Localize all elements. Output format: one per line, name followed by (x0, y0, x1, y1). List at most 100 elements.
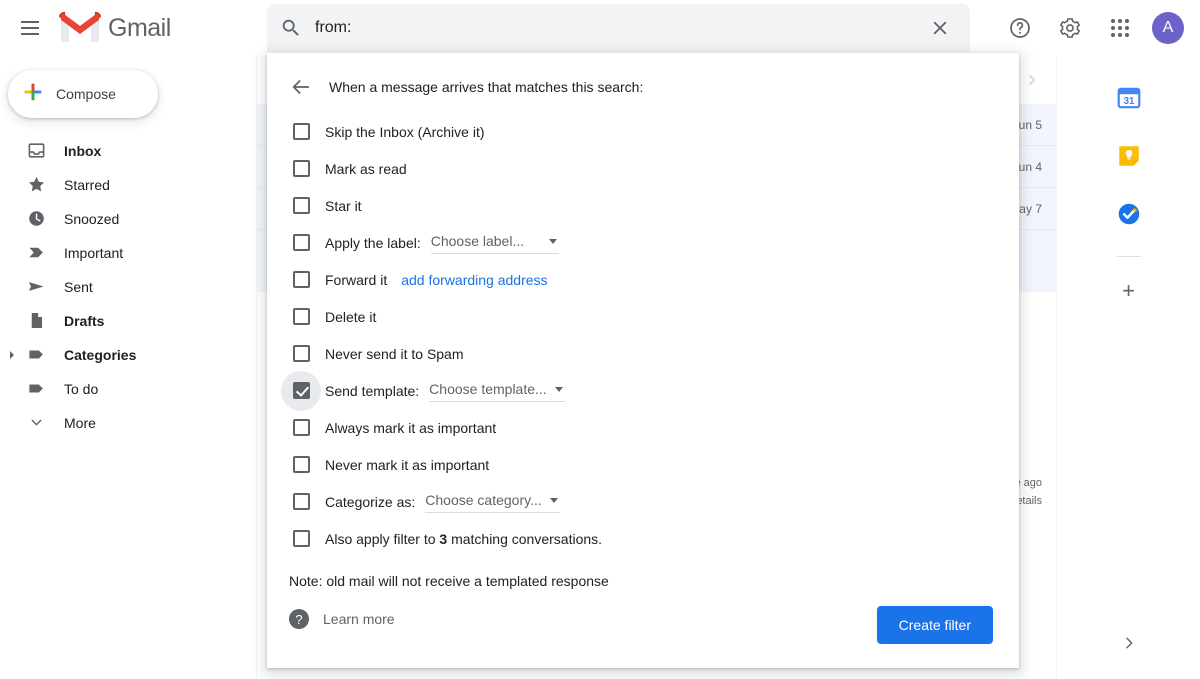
filter-option-never-spam[interactable]: Never send it to Spam (267, 335, 1019, 372)
checkbox-delete-it[interactable] (281, 297, 321, 337)
star-icon (26, 175, 46, 195)
sidebar-item-sent[interactable]: Sent (0, 270, 242, 303)
label-icon (26, 379, 46, 399)
filter-option-forward-it[interactable]: Forward it add forwarding address (267, 261, 1019, 298)
sidebar-item-inbox[interactable]: Inbox (0, 134, 242, 167)
checkbox-categorize-as[interactable] (281, 482, 321, 522)
draft-icon (26, 311, 46, 331)
sidebar-nav: Inbox Starred Snoozed (0, 134, 256, 439)
compose-button[interactable]: Compose (8, 70, 158, 118)
gear-icon[interactable] (1046, 4, 1094, 52)
option-label: Skip the Inbox (Archive it) (325, 124, 485, 140)
sidebar-item-drafts[interactable]: Drafts (0, 304, 242, 337)
chevron-down-icon (550, 498, 558, 503)
filter-option-apply-to-existing[interactable]: Also apply filter to 3 matching conversa… (267, 520, 1019, 557)
plus-icon (22, 81, 44, 108)
category-dropdown-value: Choose category... (425, 492, 541, 508)
add-panel-button[interactable]: + (1113, 275, 1145, 307)
checkbox-apply-to-existing[interactable] (281, 519, 321, 559)
category-dropdown[interactable]: Choose category... (425, 491, 559, 513)
filter-option-star-it[interactable]: Star it (267, 187, 1019, 224)
google-calendar-icon[interactable]: 31 (1113, 82, 1145, 114)
checkbox-forward-it[interactable] (281, 260, 321, 300)
sidebar-item-label: Categories (64, 347, 136, 363)
sidebar-item-snoozed[interactable]: Snoozed (0, 202, 242, 235)
arrow-left-icon[interactable] (289, 75, 313, 99)
template-dropdown[interactable]: Choose template... (429, 380, 565, 402)
checkbox-star-it[interactable] (281, 186, 321, 226)
filter-option-apply-label[interactable]: Apply the label: Choose label... (267, 224, 1019, 261)
filter-option-categorize-as[interactable]: Categorize as: Choose category... (267, 483, 1019, 520)
inbox-icon (26, 141, 46, 161)
header-actions: A (996, 0, 1192, 56)
checkbox-always-important[interactable] (281, 408, 321, 448)
sidebar-item-label: More (64, 415, 96, 431)
close-icon[interactable] (916, 4, 964, 52)
label-dropdown[interactable]: Choose label... (431, 232, 559, 254)
dialog-header: When a message arrives that matches this… (267, 53, 1019, 113)
chevron-right-icon[interactable] (10, 351, 14, 359)
apply-suffix: matching conversations. (447, 531, 602, 547)
filter-option-never-important[interactable]: Never mark it as important (267, 446, 1019, 483)
sidebar-item-important[interactable]: Important (0, 236, 242, 269)
option-label: Mark as read (325, 161, 407, 177)
sidebar-item-label: Important (64, 245, 123, 261)
chevron-down-icon (555, 387, 563, 392)
hamburger-icon[interactable] (6, 4, 54, 52)
option-label: Always mark it as important (325, 420, 496, 436)
option-label: Apply the label: (325, 235, 421, 251)
top-bar: Gmail (0, 0, 1200, 56)
add-forwarding-address-link[interactable]: add forwarding address (401, 272, 547, 288)
sidebar-item-label: Sent (64, 279, 93, 295)
sidebar-item-label: To do (64, 381, 98, 397)
apply-prefix: Also apply filter to (325, 531, 439, 547)
avatar[interactable]: A (1152, 12, 1184, 44)
help-icon[interactable] (996, 4, 1044, 52)
side-panel: 31 + (1056, 56, 1200, 679)
create-filter-button[interactable]: Create filter (877, 606, 993, 644)
sidebar-item-label: Starred (64, 177, 110, 193)
option-label: Delete it (325, 309, 376, 325)
label-icon (26, 345, 46, 365)
checkbox-never-spam[interactable] (281, 334, 321, 374)
clock-icon (26, 209, 46, 229)
search-input[interactable] (315, 5, 916, 51)
filter-option-always-important[interactable]: Always mark it as important (267, 409, 1019, 446)
filter-option-delete-it[interactable]: Delete it (267, 298, 1019, 335)
sidebar-item-more[interactable]: More (0, 406, 242, 439)
compose-label: Compose (56, 86, 116, 102)
important-icon (26, 243, 46, 263)
sidebar-item-label: Snoozed (64, 211, 119, 227)
apps-grid-icon[interactable] (1096, 4, 1144, 52)
checkbox-apply-label[interactable] (281, 223, 321, 263)
checkbox-mark-as-read[interactable] (281, 149, 321, 189)
dialog-title: When a message arrives that matches this… (329, 79, 643, 95)
filter-option-skip-inbox[interactable]: Skip the Inbox (Archive it) (267, 113, 1019, 150)
gmail-logo[interactable]: Gmail (58, 11, 171, 45)
google-keep-icon[interactable] (1113, 140, 1145, 172)
sidebar: Compose Inbox Starred (0, 56, 256, 679)
search-icon[interactable] (267, 4, 315, 52)
learn-more-link[interactable]: Learn more (323, 611, 395, 627)
sidebar-item-label: Inbox (64, 143, 101, 159)
checkbox-never-important[interactable] (281, 445, 321, 485)
option-label: Never mark it as important (325, 457, 489, 473)
sidebar-item-categories[interactable]: Categories (0, 338, 242, 371)
help-icon[interactable]: ? (289, 609, 309, 629)
search-bar[interactable] (267, 4, 970, 52)
sidebar-item-starred[interactable]: Starred (0, 168, 242, 201)
label-dropdown-value: Choose label... (431, 233, 541, 249)
send-icon (26, 277, 46, 297)
template-dropdown-value: Choose template... (429, 381, 547, 397)
checkbox-skip-inbox[interactable] (281, 112, 321, 152)
chevron-right-icon[interactable] (1113, 627, 1145, 659)
sidebar-item-todo[interactable]: To do (0, 372, 242, 405)
filter-option-send-template[interactable]: Send template: Choose template... (267, 372, 1019, 409)
filter-option-mark-as-read[interactable]: Mark as read (267, 150, 1019, 187)
apps-grid-dots (1111, 19, 1129, 37)
option-label: Categorize as: (325, 494, 415, 510)
create-filter-dialog: When a message arrives that matches this… (267, 53, 1019, 668)
checkbox-send-template[interactable] (281, 371, 321, 411)
sidebar-item-label: Drafts (64, 313, 104, 329)
google-tasks-icon[interactable] (1113, 198, 1145, 230)
